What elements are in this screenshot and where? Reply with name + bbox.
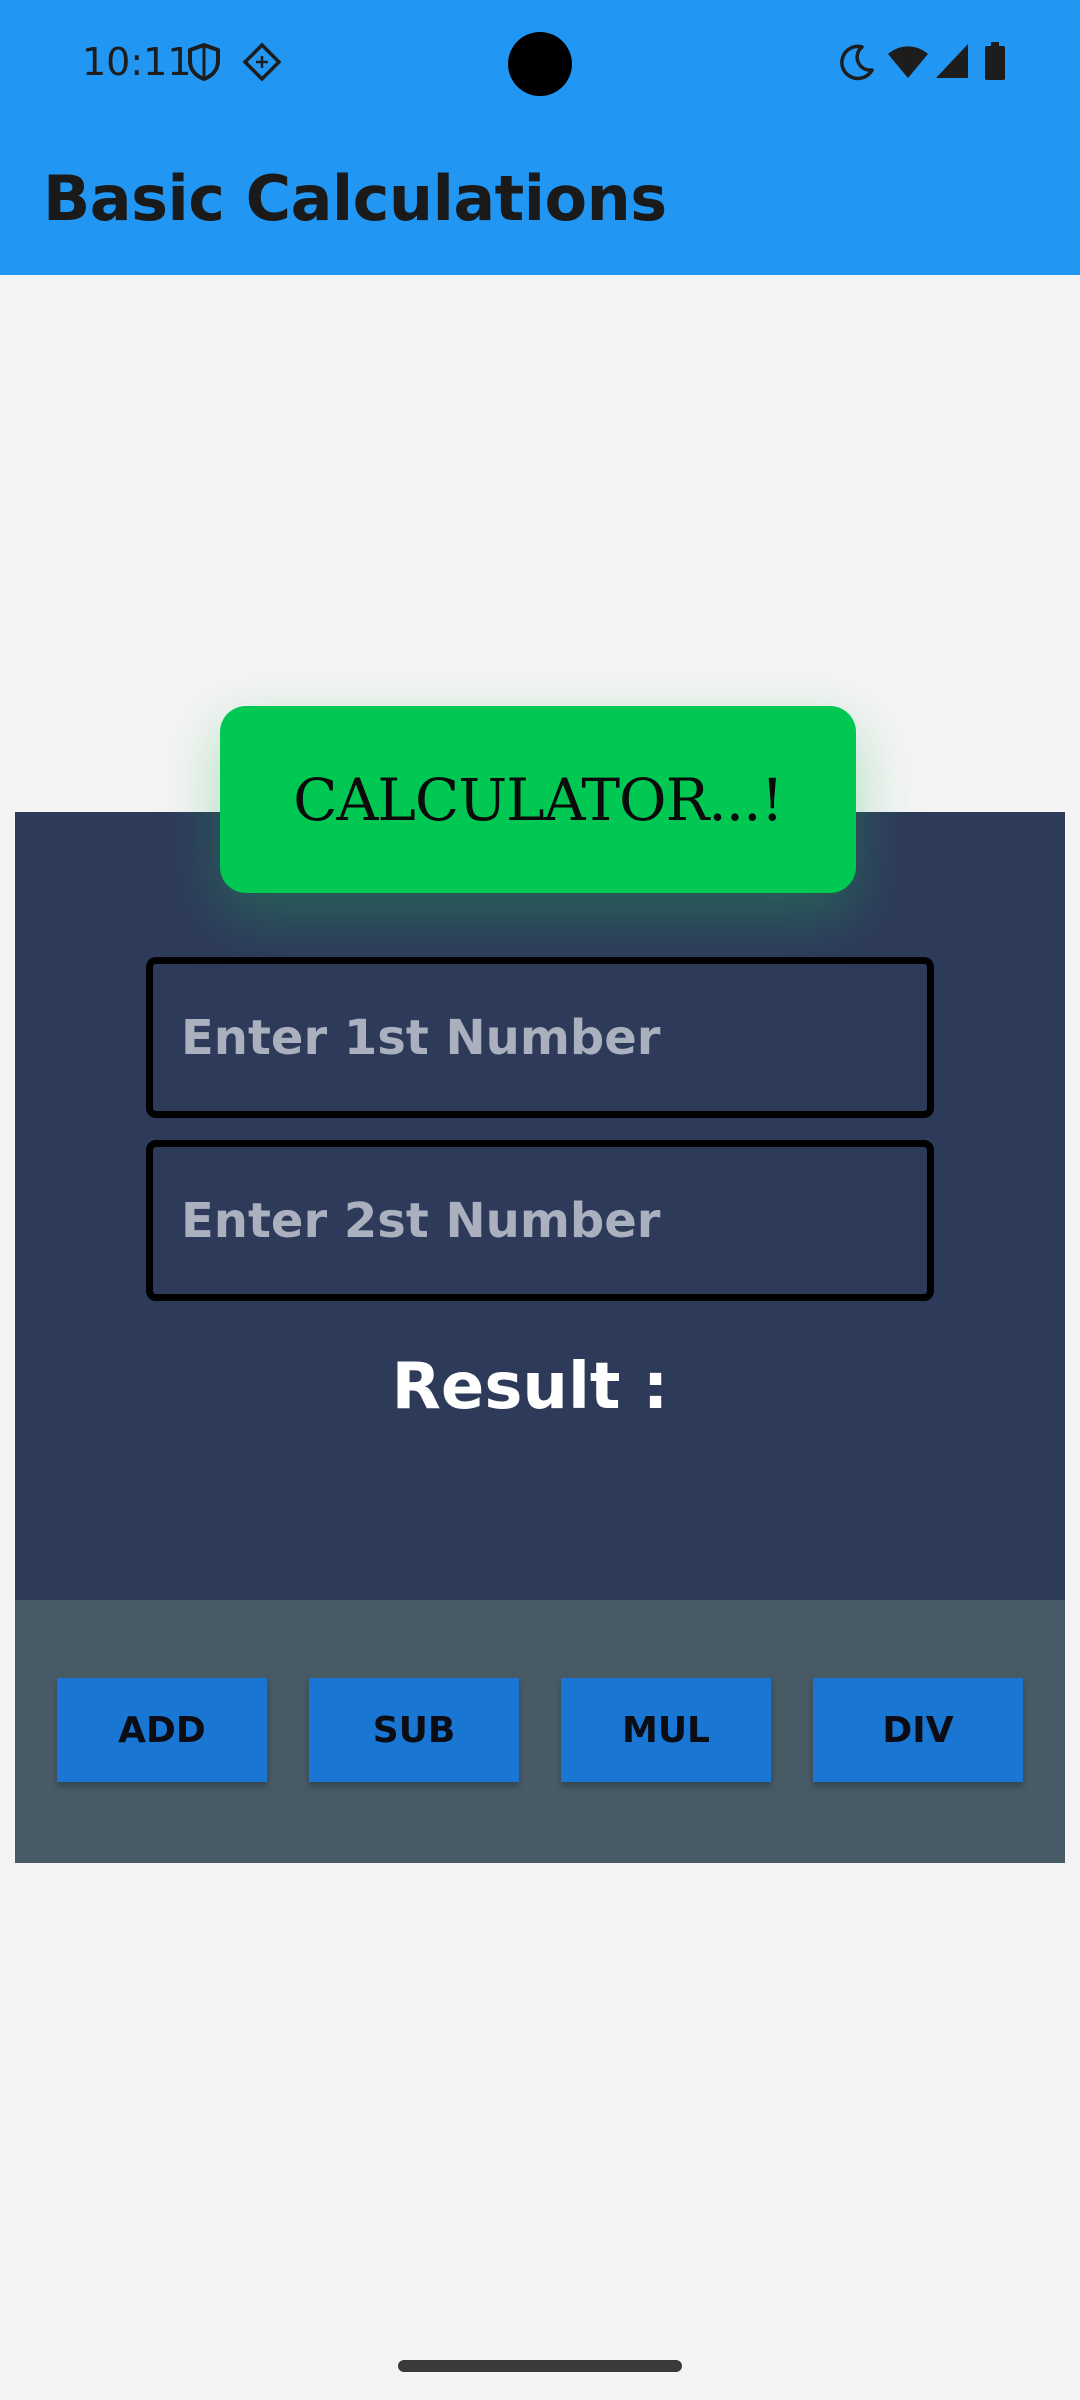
calculator-banner: CALCULATOR...! — [220, 706, 856, 893]
result-label: Result : — [391, 1350, 669, 1424]
battery-icon — [985, 42, 1005, 80]
shield-icon — [188, 43, 220, 81]
status-time: 10:11 — [82, 40, 192, 84]
home-indicator[interactable] — [398, 2360, 682, 2372]
app-title: Basic Calculations — [43, 162, 667, 235]
sub-button[interactable]: SUB — [309, 1678, 519, 1782]
vpn-diamond-icon — [242, 42, 282, 82]
second-number-input[interactable] — [146, 1140, 934, 1301]
add-button[interactable]: ADD — [57, 1678, 267, 1782]
app-bar: 10:11 Basic Calculations — [0, 0, 1080, 275]
div-button[interactable]: DIV — [813, 1678, 1023, 1782]
front-camera — [508, 32, 572, 96]
mul-button[interactable]: MUL — [561, 1678, 771, 1782]
cellular-signal-icon — [936, 44, 968, 78]
first-number-input[interactable] — [146, 957, 934, 1118]
do-not-disturb-moon-icon — [840, 44, 874, 81]
banner-text: CALCULATOR...! — [293, 765, 784, 834]
status-bar: 10:11 — [0, 0, 1080, 128]
wifi-icon — [888, 46, 928, 78]
